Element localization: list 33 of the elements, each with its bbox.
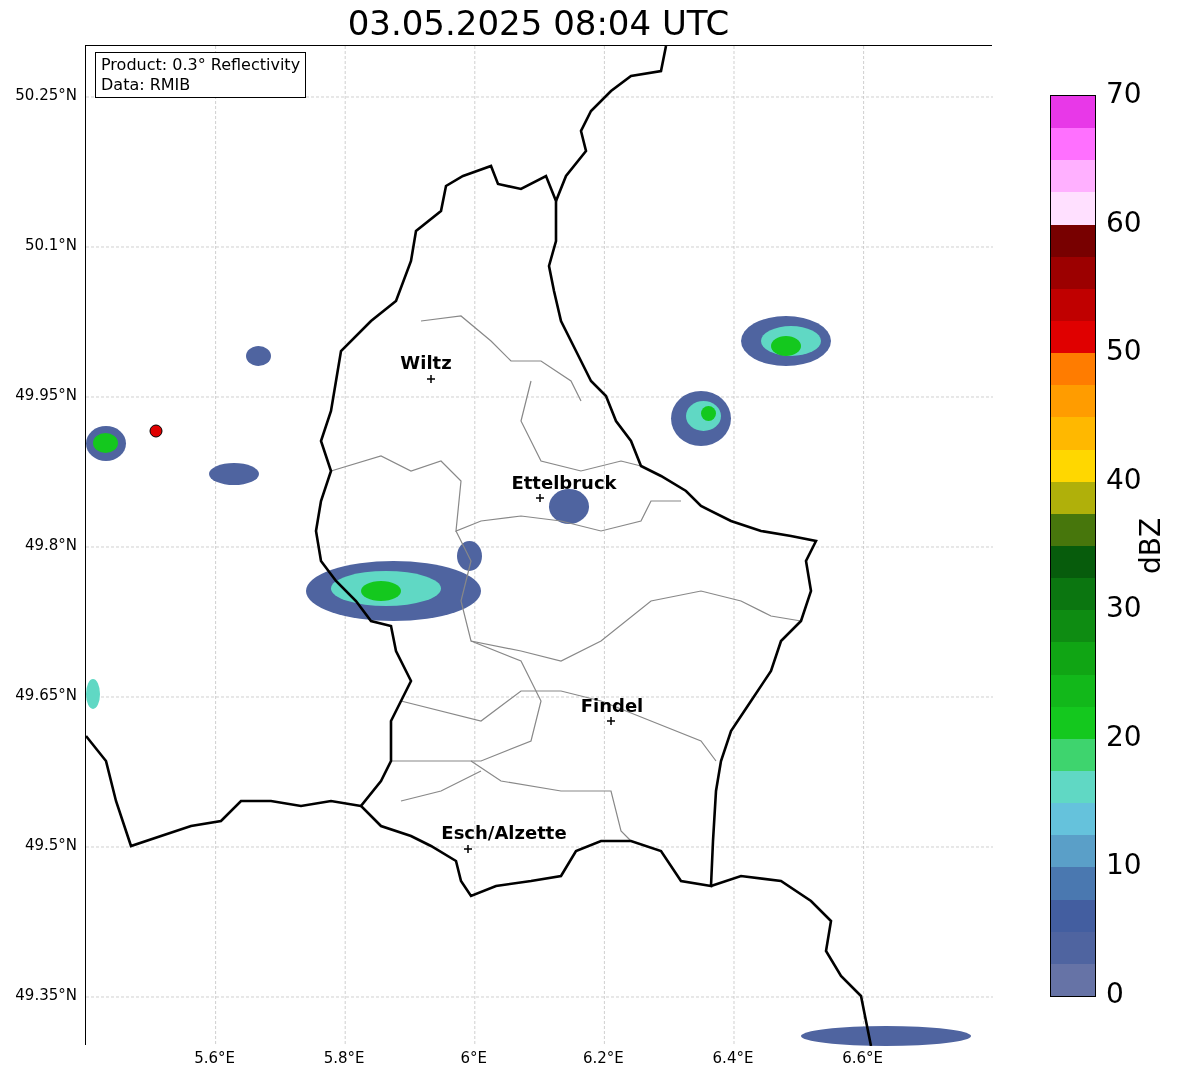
city-label: Ettelbruck [511, 474, 617, 492]
legend-text: Data: RMIB [101, 75, 192, 95]
axis-tick-label: 49.65°N [15, 688, 77, 703]
axis-tick-label: 49.95°N [15, 388, 77, 403]
axis-tick-label: 6.2°E [582, 1051, 624, 1066]
city-marker-icon [536, 494, 544, 502]
colorbar-label: dBZ [1137, 517, 1165, 575]
colorbar-tick-label: 20 [1106, 722, 1142, 751]
axis-tick-label: 50.25°N [15, 88, 77, 103]
colorbar-tick-label: 10 [1106, 851, 1142, 880]
colorbar-tick-label: 70 [1106, 80, 1142, 108]
city-label: Wiltz [400, 354, 452, 372]
axis-tick-label: 49.5°N [24, 838, 77, 853]
axis-tick-label: 6.4°E [712, 1051, 754, 1066]
city-label: Findel [580, 697, 644, 715]
axis-tick-label: 6°E [460, 1051, 488, 1066]
colorbar-tick-label: 0 [1106, 980, 1124, 1008]
city-marker-icon [427, 375, 435, 383]
legend-text: Product: 0.3° Reflectivity [101, 55, 301, 75]
axis-tick-label: 50.1°N [24, 238, 77, 253]
axis-tick-label: 49.35°N [15, 988, 77, 1003]
colorbar-tick-label: 60 [1106, 208, 1142, 237]
city-marker-icon [607, 717, 615, 725]
chart-title: 03.05.2025 08:04 UTC [347, 5, 730, 40]
city-label: Esch/Alzette [441, 824, 567, 842]
axis-tick-label: 5.6°E [194, 1051, 235, 1066]
colorbar-tick-label: 50 [1106, 337, 1142, 366]
city-marker-icon [464, 845, 472, 853]
colorbar-tick-label: 40 [1106, 465, 1142, 494]
colorbar-tick-label: 30 [1106, 594, 1142, 623]
axis-tick-label: 6.6°E [842, 1051, 883, 1066]
axis-tick-label: 49.8°N [24, 538, 77, 553]
axis-tick-label: 5.8°E [323, 1051, 365, 1066]
